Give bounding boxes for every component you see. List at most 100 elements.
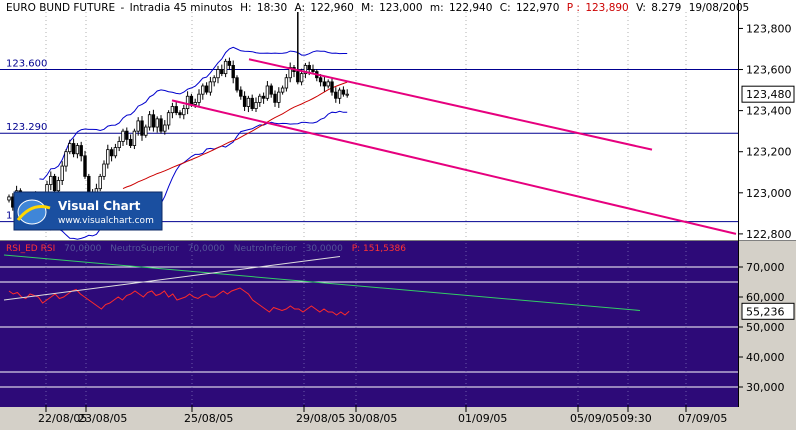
price-level-label: 123.600 <box>6 59 47 70</box>
candle[interactable] <box>193 102 197 105</box>
candle[interactable] <box>239 89 243 97</box>
candle[interactable] <box>71 143 76 155</box>
candle[interactable] <box>52 175 57 192</box>
candle[interactable] <box>83 155 87 177</box>
candle[interactable] <box>102 163 106 177</box>
candle[interactable] <box>109 149 114 157</box>
candle[interactable] <box>204 85 209 93</box>
candle[interactable] <box>182 108 186 116</box>
candle[interactable] <box>265 85 270 99</box>
candle[interactable] <box>60 165 64 181</box>
rsi-axis-label: 60,000 <box>746 291 785 304</box>
candle[interactable] <box>322 81 327 87</box>
candle[interactable] <box>98 175 102 190</box>
candle[interactable] <box>273 93 277 103</box>
price-axis-label: 122,800 <box>746 228 792 241</box>
candle[interactable] <box>208 81 213 93</box>
candle[interactable] <box>269 85 273 95</box>
candle[interactable] <box>261 95 266 99</box>
candle[interactable] <box>56 180 61 192</box>
candle[interactable] <box>159 118 163 132</box>
candle[interactable] <box>174 106 178 114</box>
candle[interactable] <box>318 77 323 83</box>
candle[interactable] <box>68 143 72 153</box>
candle[interactable] <box>178 112 182 116</box>
candle[interactable] <box>64 151 68 167</box>
logo-globe-icon <box>17 199 47 225</box>
price-axis-panel <box>738 0 796 240</box>
candle[interactable] <box>311 69 315 72</box>
price-level-label: 123.290 <box>6 122 47 133</box>
candle[interactable] <box>246 97 251 107</box>
candle[interactable] <box>341 89 346 95</box>
candle[interactable] <box>113 147 118 157</box>
visual-chart-logo[interactable]: Visual Chart www.visualchart.com <box>13 191 163 231</box>
candle[interactable] <box>284 77 289 89</box>
x-axis-label: 25/08/05 <box>184 412 233 425</box>
instrument-name: EURO BUND FUTURE <box>6 2 115 14</box>
candle[interactable] <box>231 65 235 79</box>
candle[interactable] <box>334 91 338 99</box>
candle[interactable] <box>254 102 258 109</box>
header-c-value: 122,970 <box>516 2 559 14</box>
candle[interactable] <box>280 87 285 93</box>
candle[interactable] <box>258 95 262 103</box>
x-axis-label: 01/09/05 <box>458 412 507 425</box>
candle[interactable] <box>106 149 110 165</box>
candle[interactable] <box>147 114 152 128</box>
candle[interactable] <box>201 85 205 95</box>
candle[interactable] <box>250 97 254 109</box>
candle[interactable] <box>185 95 190 109</box>
price-axis-label: 123,800 <box>746 22 792 35</box>
candle[interactable] <box>337 89 342 99</box>
rsi-panel[interactable] <box>0 241 738 407</box>
candle[interactable] <box>242 95 247 107</box>
candle[interactable] <box>75 145 80 155</box>
candle[interactable] <box>163 124 167 132</box>
rsi-axis-label: 30,000 <box>746 381 785 394</box>
rsi-title: RSI_ED RSI <box>6 244 55 254</box>
chart-window: EURO BUND FUTURE - Intradia 45 minutos H… <box>0 0 796 426</box>
x-axis-label: 23/08/05 <box>78 412 127 425</box>
candle[interactable] <box>125 130 129 140</box>
x-axis-label: 30/08/05 <box>348 412 397 425</box>
candle[interactable] <box>345 93 349 96</box>
candle[interactable] <box>121 130 125 142</box>
candle[interactable] <box>155 118 159 128</box>
candle[interactable] <box>235 77 239 91</box>
header-min-value: 122,940 <box>449 2 492 14</box>
chart-canvas[interactable]: EURO BUND FUTURE - Intradia 45 minutos H… <box>0 0 796 426</box>
candle[interactable] <box>299 73 304 83</box>
candle[interactable] <box>189 95 194 105</box>
candle[interactable] <box>170 106 175 114</box>
rsi-axis-label: 40,000 <box>746 351 785 364</box>
candle[interactable] <box>216 69 220 79</box>
candle[interactable] <box>326 81 330 87</box>
logo-brand: Visual Chart <box>58 199 141 213</box>
rsi-p-label: P: 151,5386 <box>352 244 407 254</box>
candle[interactable] <box>220 69 224 75</box>
candle[interactable] <box>330 81 334 93</box>
candle[interactable] <box>277 91 281 103</box>
candle[interactable] <box>144 126 148 136</box>
x-axis-label: 29/08/05 <box>296 412 345 425</box>
candle[interactable] <box>212 77 216 83</box>
candle[interactable] <box>117 141 121 149</box>
candle[interactable] <box>151 114 156 128</box>
header-m-value: 123,000 <box>379 2 422 14</box>
price-axis-label: 123,600 <box>746 64 792 77</box>
candle[interactable] <box>49 175 53 185</box>
candle[interactable] <box>79 145 83 157</box>
candle[interactable] <box>132 130 137 146</box>
candle[interactable] <box>166 112 171 126</box>
candle[interactable] <box>140 120 144 136</box>
candle[interactable] <box>128 138 133 146</box>
candle[interactable] <box>223 60 228 75</box>
candle[interactable] <box>227 60 232 66</box>
candle[interactable] <box>87 175 91 194</box>
candle[interactable] <box>307 65 311 70</box>
candle[interactable] <box>136 120 140 132</box>
header-h-value: 18:30 <box>257 2 287 14</box>
candle[interactable] <box>7 196 11 201</box>
candle[interactable] <box>197 93 201 103</box>
